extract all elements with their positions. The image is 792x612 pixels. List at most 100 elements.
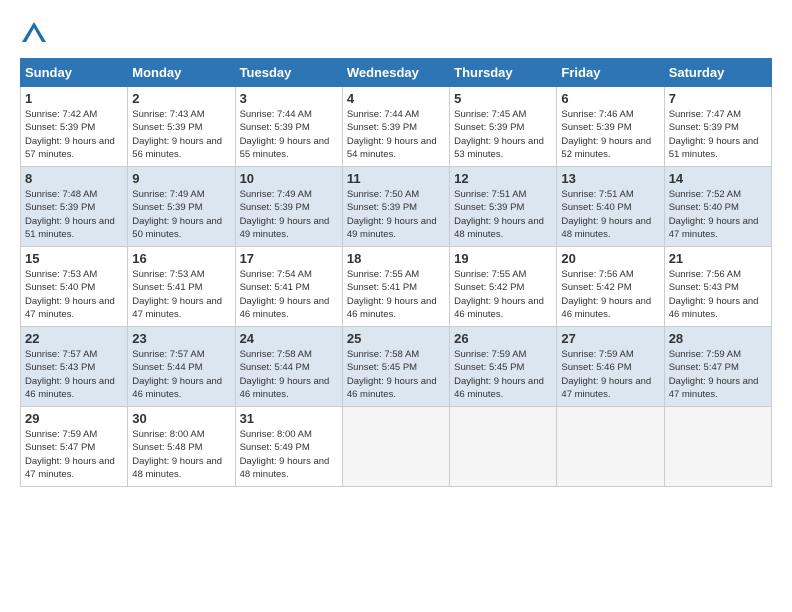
calendar-cell: 14Sunrise: 7:52 AMSunset: 5:40 PMDayligh… (664, 167, 771, 247)
calendar-cell: 3 Sunrise: 7:44 AMSunset: 5:39 PMDaylight… (235, 87, 342, 167)
day-info: Sunrise: 7:58 AMSunset: 5:45 PMDaylight:… (347, 349, 437, 400)
week-row-4: 22 Sunrise: 7:57 AMSunset: 5:43 PMDayligh… (21, 327, 772, 407)
calendar-cell (450, 407, 557, 487)
calendar-cell: 13 Sunrise: 7:51 AMSunset: 5:40 PMDayligh… (557, 167, 664, 247)
calendar-cell (557, 407, 664, 487)
calendar-cell: 19Sunrise: 7:55 AMSunset: 5:42 PMDayligh… (450, 247, 557, 327)
day-number: 23 (132, 331, 230, 346)
day-number: 30 (132, 411, 230, 426)
column-header-wednesday: Wednesday (342, 59, 449, 87)
day-info: Sunrise: 7:50 AMSunset: 5:39 PMDaylight:… (347, 189, 437, 240)
calendar-cell: 9 Sunrise: 7:49 AMSunset: 5:39 PMDaylight… (128, 167, 235, 247)
day-info: Sunrise: 7:56 AMSunset: 5:43 PMDaylight:… (669, 269, 759, 320)
day-info: Sunrise: 7:59 AMSunset: 5:47 PMDaylight:… (669, 349, 759, 400)
day-info: Sunrise: 7:48 AMSunset: 5:39 PMDaylight:… (25, 189, 115, 240)
day-info: Sunrise: 7:47 AMSunset: 5:39 PMDaylight:… (669, 109, 759, 160)
column-header-sunday: Sunday (21, 59, 128, 87)
header-row: SundayMondayTuesdayWednesdayThursdayFrid… (21, 59, 772, 87)
day-info: Sunrise: 7:53 AMSunset: 5:41 PMDaylight:… (132, 269, 222, 320)
day-info: Sunrise: 7:54 AMSunset: 5:41 PMDaylight:… (240, 269, 330, 320)
column-header-friday: Friday (557, 59, 664, 87)
day-info: Sunrise: 7:51 AMSunset: 5:40 PMDaylight:… (561, 189, 651, 240)
calendar-cell (342, 407, 449, 487)
week-row-5: 29 Sunrise: 7:59 AMSunset: 5:47 PMDayligh… (21, 407, 772, 487)
day-number: 26 (454, 331, 552, 346)
calendar-cell: 5 Sunrise: 7:45 AMSunset: 5:39 PMDaylight… (450, 87, 557, 167)
day-info: Sunrise: 7:52 AMSunset: 5:40 PMDaylight:… (669, 189, 759, 240)
calendar-cell: 31 Sunrise: 8:00 AMSunset: 5:49 PMDayligh… (235, 407, 342, 487)
day-info: Sunrise: 7:51 AMSunset: 5:39 PMDaylight:… (454, 189, 544, 240)
calendar-cell: 11 Sunrise: 7:50 AMSunset: 5:39 PMDayligh… (342, 167, 449, 247)
day-info: Sunrise: 7:49 AMSunset: 5:39 PMDaylight:… (240, 189, 330, 240)
logo-icon (20, 20, 48, 48)
calendar-cell: 12 Sunrise: 7:51 AMSunset: 5:39 PMDayligh… (450, 167, 557, 247)
day-info: Sunrise: 7:43 AMSunset: 5:39 PMDaylight:… (132, 109, 222, 160)
calendar-cell: 29 Sunrise: 7:59 AMSunset: 5:47 PMDayligh… (21, 407, 128, 487)
calendar-cell: 22 Sunrise: 7:57 AMSunset: 5:43 PMDayligh… (21, 327, 128, 407)
column-header-thursday: Thursday (450, 59, 557, 87)
week-row-1: 1 Sunrise: 7:42 AMSunset: 5:39 PMDaylight… (21, 87, 772, 167)
logo (20, 20, 52, 48)
calendar-cell: 4 Sunrise: 7:44 AMSunset: 5:39 PMDaylight… (342, 87, 449, 167)
day-info: Sunrise: 7:55 AMSunset: 5:41 PMDaylight:… (347, 269, 437, 320)
day-number: 12 (454, 171, 552, 186)
calendar-cell: 24 Sunrise: 7:58 AMSunset: 5:44 PMDayligh… (235, 327, 342, 407)
column-header-saturday: Saturday (664, 59, 771, 87)
calendar-cell: 21 Sunrise: 7:56 AMSunset: 5:43 PMDayligh… (664, 247, 771, 327)
day-info: Sunrise: 7:59 AMSunset: 5:45 PMDaylight:… (454, 349, 544, 400)
calendar-cell: 2 Sunrise: 7:43 AMSunset: 5:39 PMDaylight… (128, 87, 235, 167)
day-number: 17 (240, 251, 338, 266)
column-header-tuesday: Tuesday (235, 59, 342, 87)
day-number: 21 (669, 251, 767, 266)
day-info: Sunrise: 7:44 AMSunset: 5:39 PMDaylight:… (347, 109, 437, 160)
calendar-cell: 7 Sunrise: 7:47 AMSunset: 5:39 PMDaylight… (664, 87, 771, 167)
day-number: 11 (347, 171, 445, 186)
day-number: 29 (25, 411, 123, 426)
day-info: Sunrise: 7:58 AMSunset: 5:44 PMDaylight:… (240, 349, 330, 400)
day-info: Sunrise: 7:46 AMSunset: 5:39 PMDaylight:… (561, 109, 651, 160)
calendar-cell: 18 Sunrise: 7:55 AMSunset: 5:41 PMDayligh… (342, 247, 449, 327)
day-number: 13 (561, 171, 659, 186)
day-info: Sunrise: 7:57 AMSunset: 5:43 PMDaylight:… (25, 349, 115, 400)
day-number: 7 (669, 91, 767, 106)
day-number: 4 (347, 91, 445, 106)
day-number: 15 (25, 251, 123, 266)
calendar-cell: 27Sunrise: 7:59 AMSunset: 5:46 PMDayligh… (557, 327, 664, 407)
day-info: Sunrise: 7:53 AMSunset: 5:40 PMDaylight:… (25, 269, 115, 320)
day-info: Sunrise: 7:49 AMSunset: 5:39 PMDaylight:… (132, 189, 222, 240)
day-number: 24 (240, 331, 338, 346)
day-info: Sunrise: 7:56 AMSunset: 5:42 PMDaylight:… (561, 269, 651, 320)
day-info: Sunrise: 7:45 AMSunset: 5:39 PMDaylight:… (454, 109, 544, 160)
day-number: 22 (25, 331, 123, 346)
day-info: Sunrise: 7:57 AMSunset: 5:44 PMDaylight:… (132, 349, 222, 400)
calendar-cell: 15 Sunrise: 7:53 AMSunset: 5:40 PMDayligh… (21, 247, 128, 327)
day-number: 16 (132, 251, 230, 266)
day-number: 2 (132, 91, 230, 106)
day-number: 5 (454, 91, 552, 106)
day-info: Sunrise: 7:59 AMSunset: 5:47 PMDaylight:… (25, 429, 115, 480)
day-number: 8 (25, 171, 123, 186)
day-info: Sunrise: 7:55 AMSunset: 5:42 PMDaylight:… (454, 269, 544, 320)
calendar-cell: 20 Sunrise: 7:56 AMSunset: 5:42 PMDayligh… (557, 247, 664, 327)
day-number: 25 (347, 331, 445, 346)
day-number: 3 (240, 91, 338, 106)
day-number: 31 (240, 411, 338, 426)
calendar-cell: 28 Sunrise: 7:59 AMSunset: 5:47 PMDayligh… (664, 327, 771, 407)
day-number: 1 (25, 91, 123, 106)
calendar-cell: 26 Sunrise: 7:59 AMSunset: 5:45 PMDayligh… (450, 327, 557, 407)
column-header-monday: Monday (128, 59, 235, 87)
day-info: Sunrise: 8:00 AMSunset: 5:49 PMDaylight:… (240, 429, 330, 480)
day-number: 20 (561, 251, 659, 266)
calendar-cell (664, 407, 771, 487)
day-number: 28 (669, 331, 767, 346)
page-header (20, 20, 772, 48)
day-info: Sunrise: 7:44 AMSunset: 5:39 PMDaylight:… (240, 109, 330, 160)
day-info: Sunrise: 7:42 AMSunset: 5:39 PMDaylight:… (25, 109, 115, 160)
day-number: 10 (240, 171, 338, 186)
week-row-3: 15 Sunrise: 7:53 AMSunset: 5:40 PMDayligh… (21, 247, 772, 327)
day-number: 9 (132, 171, 230, 186)
calendar-cell: 1 Sunrise: 7:42 AMSunset: 5:39 PMDaylight… (21, 87, 128, 167)
calendar-cell: 8 Sunrise: 7:48 AMSunset: 5:39 PMDaylight… (21, 167, 128, 247)
day-info: Sunrise: 8:00 AMSunset: 5:48 PMDaylight:… (132, 429, 222, 480)
day-number: 18 (347, 251, 445, 266)
